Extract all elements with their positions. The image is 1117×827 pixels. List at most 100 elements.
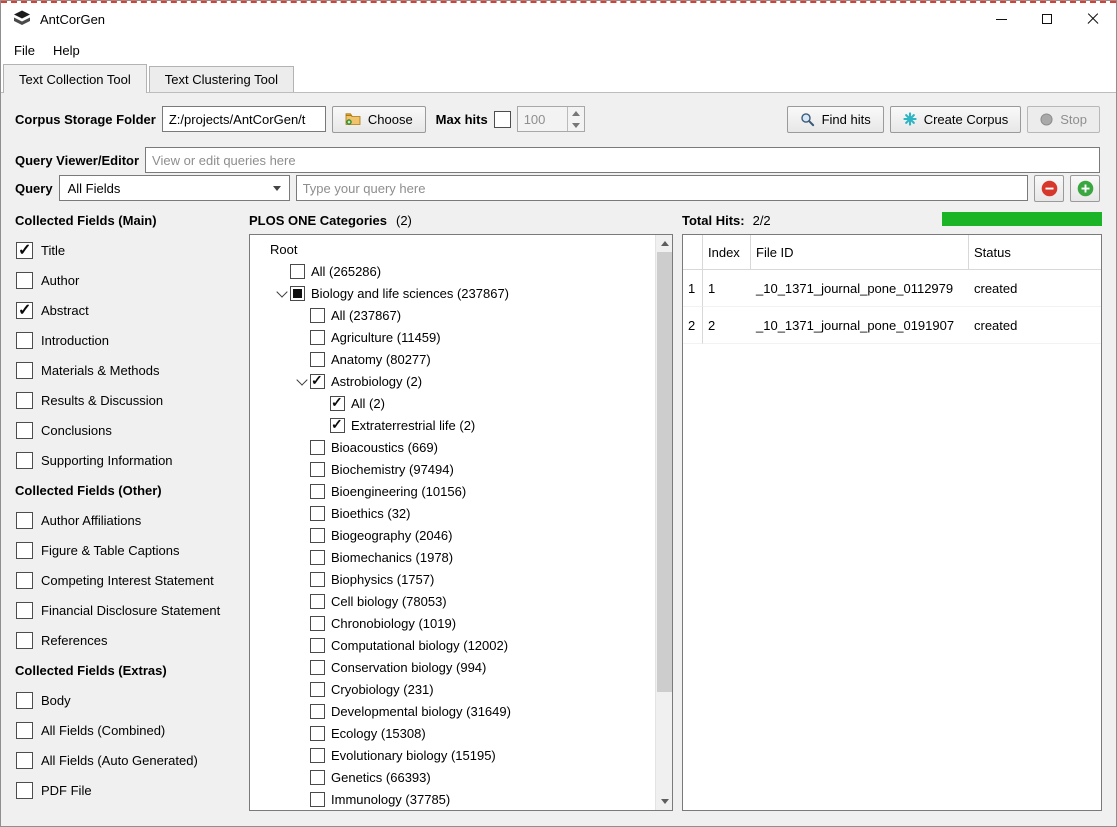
tree-item[interactable]: Evolutionary biology (15195)	[250, 744, 672, 766]
field-checkbox-item[interactable]: Results & Discussion	[15, 385, 249, 415]
expander-icon[interactable]	[294, 329, 310, 345]
expander-icon[interactable]	[294, 483, 310, 499]
field-checkbox-item[interactable]: Conclusions	[15, 415, 249, 445]
tree-item[interactable]: Cryobiology (231)	[250, 678, 672, 700]
column-header-status[interactable]: Status	[969, 235, 1101, 270]
field-checkbox-item[interactable]: Financial Disclosure Statement	[15, 595, 249, 625]
tree-checkbox-icon[interactable]	[310, 440, 325, 455]
tree-checkbox-icon[interactable]	[290, 264, 305, 279]
tree-checkbox-icon[interactable]	[310, 770, 325, 785]
tree-checkbox-icon[interactable]	[310, 682, 325, 697]
tree-item[interactable]: All (2)	[250, 392, 672, 414]
tree-item[interactable]: Agriculture (11459)	[250, 326, 672, 348]
expander-icon[interactable]	[294, 725, 310, 741]
tree-item[interactable]: Cell biology (78053)	[250, 590, 672, 612]
field-checkbox-item[interactable]: PDF File	[15, 775, 249, 805]
tree-item[interactable]: Bioethics (32)	[250, 502, 672, 524]
remove-query-button[interactable]	[1034, 175, 1064, 202]
tree-checkbox-icon[interactable]	[310, 792, 325, 807]
expander-icon[interactable]	[294, 439, 310, 455]
field-checkbox-item[interactable]: Author	[15, 265, 249, 295]
tree-item[interactable]: Root	[250, 238, 672, 260]
table-row[interactable]: 2 2 _10_1371_journal_pone_0191907 create…	[683, 307, 1101, 344]
tree-checkbox-icon[interactable]	[310, 462, 325, 477]
tree-item[interactable]: Computational biology (12002)	[250, 634, 672, 656]
max-hits-spinner[interactable]: 100	[517, 106, 585, 132]
tree-item[interactable]: Anatomy (80277)	[250, 348, 672, 370]
expander-icon[interactable]	[254, 241, 270, 257]
tree-scrollbar[interactable]	[655, 235, 672, 810]
expander-icon[interactable]	[294, 769, 310, 785]
tree-checkbox-icon[interactable]	[310, 748, 325, 763]
field-checkbox-item[interactable]: Figure & Table Captions	[15, 535, 249, 565]
expander-icon[interactable]	[294, 615, 310, 631]
expander-icon[interactable]	[294, 505, 310, 521]
column-header-index[interactable]: Index	[703, 235, 751, 270]
tree-checkbox-icon[interactable]	[330, 418, 345, 433]
tree-item[interactable]: Genetics (66393)	[250, 766, 672, 788]
add-query-button[interactable]	[1070, 175, 1100, 202]
tree-checkbox-icon[interactable]	[310, 330, 325, 345]
tree-item[interactable]: Extraterrestrial life (2)	[250, 414, 672, 436]
scroll-down-arrow[interactable]	[656, 793, 673, 810]
max-hits-checkbox[interactable]	[494, 111, 511, 128]
expander-icon[interactable]	[294, 593, 310, 609]
tree-item[interactable]: Ecology (15308)	[250, 722, 672, 744]
corpus-folder-input[interactable]	[162, 106, 326, 132]
tree-checkbox-icon[interactable]	[310, 594, 325, 609]
field-checkbox-item[interactable]: All Fields (Auto Generated)	[15, 745, 249, 775]
expander-icon[interactable]	[314, 417, 330, 433]
tree-item[interactable]: Chronobiology (1019)	[250, 612, 672, 634]
tree-item[interactable]: All (237867)	[250, 304, 672, 326]
query-input[interactable]	[296, 175, 1028, 201]
tree-checkbox-icon[interactable]	[330, 396, 345, 411]
spin-up-arrow[interactable]	[568, 107, 584, 119]
tree-checkbox-icon[interactable]	[310, 638, 325, 653]
expander-icon[interactable]	[294, 351, 310, 367]
tree-item[interactable]: Immunology (37785)	[250, 788, 672, 810]
field-checkbox-item[interactable]: All Fields (Combined)	[15, 715, 249, 745]
field-checkbox-item[interactable]: Abstract	[15, 295, 249, 325]
field-checkbox-item[interactable]: Supporting Information	[15, 445, 249, 475]
tree-item[interactable]: Developmental biology (31649)	[250, 700, 672, 722]
tree-item[interactable]: Biology and life sciences (237867)	[250, 282, 672, 304]
field-checkbox-item[interactable]: References	[15, 625, 249, 655]
tab-text-clustering-tool[interactable]: Text Clustering Tool	[149, 66, 294, 92]
tree-checkbox-icon[interactable]	[290, 286, 305, 301]
maximize-button[interactable]	[1024, 1, 1070, 37]
find-hits-button[interactable]: Find hits	[787, 106, 884, 133]
expander-icon[interactable]	[294, 703, 310, 719]
tree-item[interactable]: Bioengineering (10156)	[250, 480, 672, 502]
tree-item[interactable]: Bioacoustics (669)	[250, 436, 672, 458]
field-checkbox-item[interactable]: Introduction	[15, 325, 249, 355]
expander-icon[interactable]	[294, 571, 310, 587]
menu-help[interactable]: Help	[44, 39, 89, 62]
tree-item[interactable]: Astrobiology (2)	[250, 370, 672, 392]
tab-text-collection-tool[interactable]: Text Collection Tool	[3, 64, 147, 93]
tree-checkbox-icon[interactable]	[310, 484, 325, 499]
tree-item[interactable]: All (265286)	[250, 260, 672, 282]
tree-checkbox-icon[interactable]	[310, 704, 325, 719]
field-checkbox-item[interactable]: Title	[15, 235, 249, 265]
menu-file[interactable]: File	[5, 39, 44, 62]
tree-item[interactable]: Biogeography (2046)	[250, 524, 672, 546]
minimize-button[interactable]	[978, 1, 1024, 37]
close-button[interactable]	[1070, 1, 1116, 37]
tree-item[interactable]: Conservation biology (994)	[250, 656, 672, 678]
scroll-up-arrow[interactable]	[656, 235, 673, 252]
scroll-thumb[interactable]	[657, 252, 672, 692]
query-field-select[interactable]: All Fields	[59, 175, 290, 201]
tree-checkbox-icon[interactable]	[310, 616, 325, 631]
spin-down-arrow[interactable]	[568, 119, 584, 131]
tree-item[interactable]: Biomechanics (1978)	[250, 546, 672, 568]
tree-checkbox-icon[interactable]	[310, 528, 325, 543]
field-checkbox-item[interactable]: Competing Interest Statement	[15, 565, 249, 595]
tree-checkbox-icon[interactable]	[310, 550, 325, 565]
expander-icon[interactable]	[314, 395, 330, 411]
query-viewer-input[interactable]	[145, 147, 1100, 173]
expander-icon[interactable]	[294, 307, 310, 323]
expander-icon[interactable]	[294, 527, 310, 543]
stop-button[interactable]: Stop	[1027, 106, 1100, 133]
field-checkbox-item[interactable]: Materials & Methods	[15, 355, 249, 385]
table-row[interactable]: 1 1 _10_1371_journal_pone_0112979 create…	[683, 270, 1101, 307]
